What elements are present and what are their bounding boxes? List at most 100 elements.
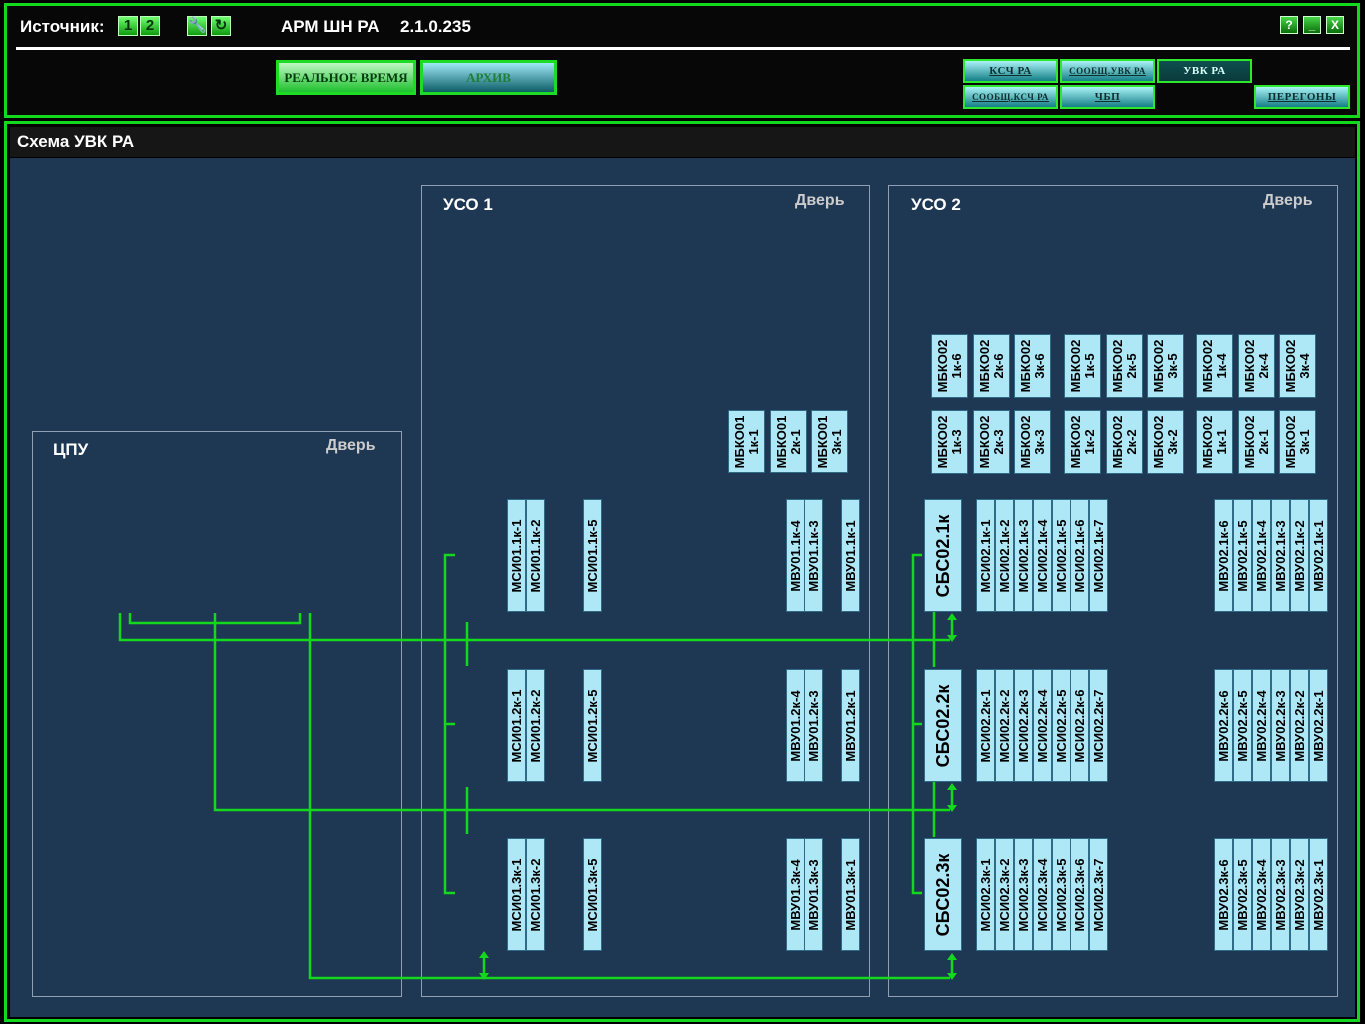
module-block[interactable]: МБКО02 2к-2 <box>1106 410 1143 474</box>
module-block[interactable]: МБКО02 1к-3 <box>931 410 968 474</box>
module-label: МВУ01.3к-3 <box>805 858 821 931</box>
module-block[interactable]: МБКО01 1к-1 <box>728 410 765 473</box>
module-block[interactable]: МСИ02.1к-1 <box>976 499 995 612</box>
module-block[interactable]: МСИ02.2к-7 <box>1089 669 1108 782</box>
module-block[interactable]: МВУ02.1к-3 <box>1271 499 1290 612</box>
module-label: СБС02.2к <box>933 684 953 767</box>
module-block[interactable]: МСИ02.3к-4 <box>1033 838 1052 951</box>
module-block[interactable]: МВУ01.3к-4 <box>786 838 805 951</box>
module-block[interactable]: МВУ02.3к-6 <box>1214 838 1233 951</box>
module-block[interactable]: МВУ02.1к-4 <box>1252 499 1271 612</box>
module-block[interactable]: МБКО02 2к-3 <box>973 410 1010 474</box>
module-block[interactable]: МВУ02.2к-5 <box>1233 669 1252 782</box>
module-block[interactable]: МБКО02 1к-1 <box>1196 410 1233 474</box>
module-block[interactable]: МСИ01.1к-2 <box>526 499 545 612</box>
module-block[interactable]: МБКО02 3к-3 <box>1014 410 1051 474</box>
module-block[interactable]: МВУ02.3к-5 <box>1233 838 1252 951</box>
module-label: МБКО02 3к-6 <box>1017 339 1047 393</box>
module-label: МВУ02.3к-2 <box>1291 858 1307 931</box>
module-block[interactable]: МСИ01.2к-5 <box>583 669 602 782</box>
module-block[interactable]: МВУ02.1к-5 <box>1233 499 1252 612</box>
module-block[interactable]: МБКО02 3к-5 <box>1147 334 1184 398</box>
module-label: МБКО02 2к-2 <box>1109 415 1139 469</box>
module-block[interactable]: МСИ02.3к-6 <box>1070 838 1089 951</box>
module-block[interactable]: МСИ01.1к-5 <box>583 499 602 612</box>
module-block[interactable]: СБС02.3к <box>924 838 962 951</box>
module-block[interactable]: МВУ02.2к-6 <box>1214 669 1233 782</box>
module-block[interactable]: МСИ02.2к-6 <box>1070 669 1089 782</box>
module-block[interactable]: МВУ02.3к-3 <box>1271 838 1290 951</box>
module-block[interactable]: МСИ02.2к-1 <box>976 669 995 782</box>
module-label: МВУ01.3к-4 <box>787 858 803 931</box>
module-block[interactable]: МСИ01.3к-1 <box>507 838 526 951</box>
module-block[interactable]: МСИ02.3к-1 <box>976 838 995 951</box>
module-block[interactable]: МВУ02.2к-4 <box>1252 669 1271 782</box>
module-block[interactable]: МСИ01.2к-2 <box>526 669 545 782</box>
module-block[interactable]: МБКО02 3к-1 <box>1279 410 1316 474</box>
module-block[interactable]: МСИ01.2к-1 <box>507 669 526 782</box>
module-block[interactable]: МСИ02.1к-3 <box>1014 499 1033 612</box>
module-label: МВУ02.2к-5 <box>1234 689 1250 762</box>
module-block[interactable]: МСИ01.3к-5 <box>583 838 602 951</box>
module-block[interactable]: МСИ02.3к-3 <box>1014 838 1033 951</box>
module-block[interactable]: МБКО02 2к-5 <box>1106 334 1143 398</box>
module-block[interactable]: МБКО02 2к-4 <box>1238 334 1275 398</box>
module-block[interactable]: МБКО02 3к-4 <box>1279 334 1316 398</box>
module-block[interactable]: МВУ02.2к-1 <box>1309 669 1328 782</box>
module-block[interactable]: МСИ02.1к-2 <box>995 499 1014 612</box>
module-label: МВУ01.3к-1 <box>842 858 858 931</box>
module-block[interactable]: МБКО02 1к-4 <box>1196 334 1233 398</box>
module-block[interactable]: МБКО01 3к-1 <box>811 410 848 473</box>
module-label: МВУ02.3к-4 <box>1253 858 1269 931</box>
module-block[interactable]: МВУ02.1к-1 <box>1309 499 1328 612</box>
module-block[interactable]: МСИ02.1к-4 <box>1033 499 1052 612</box>
module-block[interactable]: МБКО01 2к-1 <box>770 410 807 473</box>
module-block[interactable]: МБКО02 2к-1 <box>1238 410 1275 474</box>
module-block[interactable]: МВУ02.3к-2 <box>1290 838 1309 951</box>
module-block[interactable]: МВУ01.2к-3 <box>804 669 823 782</box>
module-block[interactable]: МБКО02 3к-6 <box>1014 334 1051 398</box>
module-block[interactable]: МВУ01.1к-3 <box>804 499 823 612</box>
module-block[interactable]: МБКО02 1к-6 <box>931 334 968 398</box>
module-block[interactable]: МСИ02.3к-7 <box>1089 838 1108 951</box>
module-block[interactable]: МСИ02.1к-6 <box>1070 499 1089 612</box>
module-block[interactable]: МВУ01.3к-3 <box>804 838 823 951</box>
module-block[interactable]: МСИ02.1к-5 <box>1052 499 1071 612</box>
module-block[interactable]: МСИ02.2к-3 <box>1014 669 1033 782</box>
module-block[interactable]: МВУ02.2к-3 <box>1271 669 1290 782</box>
module-block[interactable]: МБКО02 2к-6 <box>973 334 1010 398</box>
module-block[interactable]: МСИ02.2к-2 <box>995 669 1014 782</box>
module-block[interactable]: МСИ02.2к-5 <box>1052 669 1071 782</box>
module-block[interactable]: МСИ01.1к-1 <box>507 499 526 612</box>
module-label: МСИ02.1к-4 <box>1034 519 1050 592</box>
module-block[interactable]: МСИ02.2к-4 <box>1033 669 1052 782</box>
module-block[interactable]: МВУ01.2к-4 <box>786 669 805 782</box>
module-block[interactable]: МВУ02.3к-1 <box>1309 838 1328 951</box>
module-label: МСИ02.2к-1 <box>977 689 993 762</box>
module-block[interactable]: МБКО02 1к-2 <box>1064 410 1101 474</box>
network-links <box>118 553 957 980</box>
module-block[interactable]: МСИ02.1к-7 <box>1089 499 1108 612</box>
module-block[interactable]: МВУ01.2к-1 <box>841 669 860 782</box>
module-block[interactable]: МВУ02.1к-2 <box>1290 499 1309 612</box>
module-label: МБКО02 1к-1 <box>1199 415 1229 469</box>
module-label: МСИ02.2к-3 <box>1015 689 1031 762</box>
module-block[interactable]: МСИ02.3к-5 <box>1052 838 1071 951</box>
module-block[interactable]: СБС02.2к <box>924 669 962 782</box>
module-block[interactable]: МВУ02.3к-4 <box>1252 838 1271 951</box>
module-block[interactable]: МСИ01.3к-2 <box>526 838 545 951</box>
module-label: МВУ02.2к-3 <box>1272 689 1288 762</box>
module-block[interactable]: МСИ02.3к-2 <box>995 838 1014 951</box>
module-label: МСИ01.3к-5 <box>584 858 600 931</box>
module-label: МСИ02.1к-6 <box>1071 519 1087 592</box>
module-block[interactable]: МВУ02.1к-6 <box>1214 499 1233 612</box>
module-label: МВУ02.1к-6 <box>1215 519 1231 592</box>
module-label: МБКО02 1к-5 <box>1067 339 1097 393</box>
module-block[interactable]: МВУ01.3к-1 <box>841 838 860 951</box>
module-block[interactable]: МБКО02 3к-2 <box>1147 410 1184 474</box>
module-block[interactable]: МВУ01.1к-4 <box>786 499 805 612</box>
module-block[interactable]: СБС02.1к <box>924 499 962 612</box>
module-block[interactable]: МВУ02.2к-2 <box>1290 669 1309 782</box>
module-block[interactable]: МВУ01.1к-1 <box>841 499 860 612</box>
module-block[interactable]: МБКО02 1к-5 <box>1064 334 1101 398</box>
